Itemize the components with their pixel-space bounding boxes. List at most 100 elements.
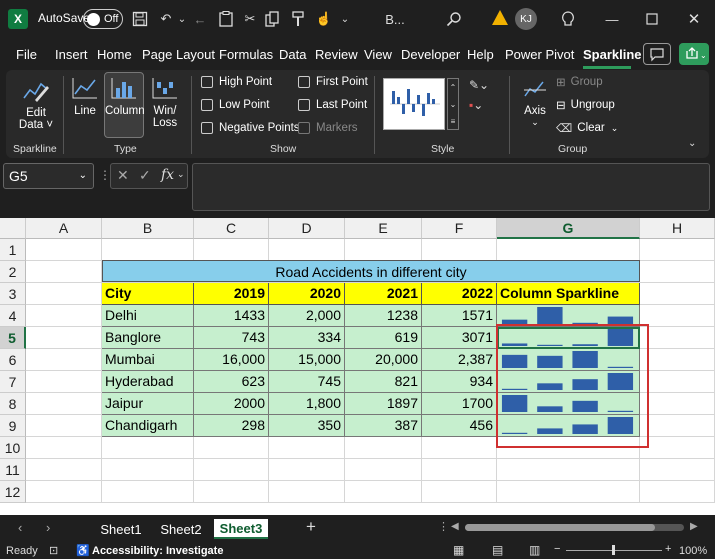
cut-icon[interactable]: ✂ <box>240 9 260 29</box>
value-cell[interactable]: 934 <box>422 371 497 393</box>
row-header[interactable]: 7 <box>0 371 26 393</box>
low-point-checkbox[interactable]: Low Point <box>201 99 270 111</box>
collapse-ribbon-icon[interactable]: ⌄ <box>688 138 696 149</box>
city-cell[interactable]: Chandigarh <box>102 415 194 437</box>
negative-points-checkbox[interactable]: Negative Points <box>201 122 300 134</box>
touch-mode-icon[interactable]: ☝ <box>314 9 334 29</box>
grid-cell[interactable] <box>422 459 497 481</box>
value-cell[interactable]: 2000 <box>194 393 269 415</box>
value-cell[interactable]: 387 <box>345 415 422 437</box>
grid-cell[interactable] <box>269 459 345 481</box>
search-icon[interactable] <box>444 9 464 29</box>
macro-record-icon[interactable]: ⊡ <box>49 544 58 557</box>
menu-view[interactable]: View <box>364 47 392 62</box>
menu-formulas[interactable]: Formulas <box>219 47 273 62</box>
menu-help[interactable]: Help <box>467 47 494 62</box>
value-cell[interactable]: 1,800 <box>269 393 345 415</box>
document-name[interactable]: B... <box>384 9 406 29</box>
grid-cell[interactable] <box>26 481 102 503</box>
menu-sparkline[interactable]: Sparkline <box>583 47 642 62</box>
menu-page-layout[interactable]: Page Layout <box>142 47 215 62</box>
table-header-cell[interactable]: 2019 <box>194 283 269 305</box>
grid-cell[interactable] <box>26 239 102 261</box>
autosave-toggle[interactable]: Off <box>83 9 123 29</box>
grid-cell[interactable] <box>102 239 194 261</box>
row-header[interactable]: 3 <box>0 283 26 305</box>
city-cell[interactable]: Jaipur <box>102 393 194 415</box>
clear-button[interactable]: ⌫ Clear ⌄ <box>556 121 618 135</box>
row-header[interactable]: 5 <box>0 327 26 349</box>
value-cell[interactable]: 1238 <box>345 305 422 327</box>
menu-review[interactable]: Review <box>315 47 358 62</box>
grid-cell[interactable] <box>26 371 102 393</box>
menu-insert[interactable]: Insert <box>55 47 88 62</box>
grid-cell[interactable] <box>194 437 269 459</box>
value-cell[interactable]: 15,000 <box>269 349 345 371</box>
grid-cell[interactable] <box>26 437 102 459</box>
row-header[interactable]: 10 <box>0 437 26 459</box>
sheet-scroll-menu-icon[interactable]: ⋮ <box>438 520 449 533</box>
lightbulb-icon[interactable] <box>558 9 578 29</box>
value-cell[interactable]: 298 <box>194 415 269 437</box>
sparkline-cell[interactable] <box>497 327 640 349</box>
edit-data-button[interactable]: Edit Data ˅ <box>16 76 56 131</box>
value-cell[interactable]: 16,000 <box>194 349 269 371</box>
close-icon[interactable]: ✕ <box>684 9 704 29</box>
grid-cell[interactable] <box>422 437 497 459</box>
name-box-dropdown-icon[interactable]: ⌄ <box>79 164 87 188</box>
axis-button[interactable]: Axis ⌄ <box>518 76 552 128</box>
grid-cell[interactable] <box>422 239 497 261</box>
sparkline-cell[interactable] <box>497 305 640 327</box>
formula-input[interactable] <box>192 163 710 211</box>
grid-cell[interactable] <box>640 415 715 437</box>
value-cell[interactable]: 1700 <box>422 393 497 415</box>
value-cell[interactable]: 743 <box>194 327 269 349</box>
menu-developer[interactable]: Developer <box>401 47 460 62</box>
minimize-icon[interactable]: — <box>602 9 622 29</box>
comments-button[interactable] <box>643 43 671 65</box>
ungroup-button[interactable]: ⊟ Ungroup <box>556 98 615 112</box>
grid-cell[interactable] <box>194 239 269 261</box>
grid-cell[interactable] <box>26 415 102 437</box>
grid-cell[interactable] <box>640 305 715 327</box>
first-point-checkbox[interactable]: First Point <box>298 76 368 88</box>
grid-cell[interactable] <box>26 261 102 283</box>
high-point-checkbox[interactable]: High Point <box>201 76 272 88</box>
sparkline-cell[interactable] <box>497 415 640 437</box>
grid-cell[interactable] <box>194 459 269 481</box>
name-box[interactable]: G5 ⌄ <box>3 163 94 189</box>
column-header[interactable]: G <box>497 218 640 239</box>
grid-cell[interactable] <box>345 437 422 459</box>
table-header-cell[interactable]: City <box>102 283 194 305</box>
fx-dropdown-icon[interactable]: ⌄ <box>177 169 185 180</box>
sheet-tab-sheet3[interactable]: Sheet3 <box>214 519 268 539</box>
grid-cell[interactable] <box>640 349 715 371</box>
row-header[interactable]: 6 <box>0 349 26 371</box>
grid-cell[interactable] <box>26 327 102 349</box>
column-sparkline-button[interactable]: Column <box>104 72 145 138</box>
grid-cell[interactable] <box>194 481 269 503</box>
row-header[interactable]: 9 <box>0 415 26 437</box>
sparkline-color-button[interactable]: ✎⌄ <box>469 78 489 92</box>
table-header-cell[interactable]: 2022 <box>422 283 497 305</box>
grid-cell[interactable] <box>102 459 194 481</box>
sheet-tab-sheet2[interactable]: Sheet2 <box>156 519 206 539</box>
grid-cell[interactable] <box>497 481 640 503</box>
value-cell[interactable]: 2,000 <box>269 305 345 327</box>
row-header[interactable]: 4 <box>0 305 26 327</box>
row-header[interactable]: 2 <box>0 261 26 283</box>
grid-cell[interactable] <box>422 481 497 503</box>
row-header[interactable]: 11 <box>0 459 26 481</box>
column-header[interactable]: H <box>640 218 715 239</box>
scroll-right-icon[interactable]: ▶ <box>690 521 698 532</box>
value-cell[interactable]: 20,000 <box>345 349 422 371</box>
sparkline-cell[interactable] <box>497 349 640 371</box>
column-header[interactable]: A <box>26 218 102 239</box>
format-painter-icon[interactable] <box>288 9 308 29</box>
value-cell[interactable]: 2,387 <box>422 349 497 371</box>
win-loss-button[interactable]: Win/ Loss <box>148 76 182 129</box>
insert-function-icon[interactable]: fx <box>161 167 174 183</box>
table-title[interactable]: Road Accidents in different city <box>102 260 640 282</box>
undo-icon[interactable]: ↶ <box>156 9 176 29</box>
grid-cell[interactable] <box>497 437 640 459</box>
